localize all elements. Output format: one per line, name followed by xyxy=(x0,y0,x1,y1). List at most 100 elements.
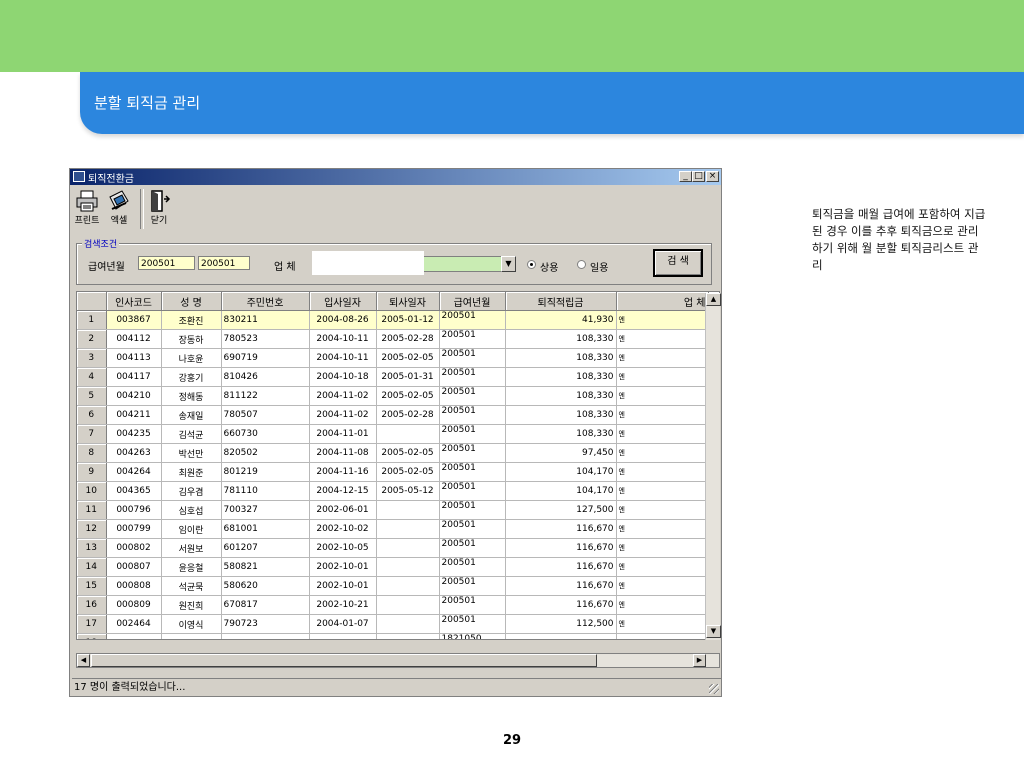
company-cell: 엔 xyxy=(616,310,709,330)
row-number: 6 xyxy=(77,405,107,425)
vertical-scrollbar[interactable]: ▲ ▼ xyxy=(705,293,721,640)
resize-grip-icon[interactable] xyxy=(709,684,719,694)
print-label: 프린트 xyxy=(74,216,100,226)
search-button[interactable]: 검 색 xyxy=(653,249,703,277)
close-window-button[interactable]: × xyxy=(706,171,719,182)
horizontal-scroll-thumb[interactable] xyxy=(91,654,597,667)
company-cell: 엔 xyxy=(616,424,709,444)
employee-code: 000808 xyxy=(106,576,162,596)
minimize-button[interactable]: _ xyxy=(679,171,692,182)
table-row[interactable]: 8 004263 박선만 820502 2004-11-08 2005-02-05 2005… xyxy=(77,443,709,463)
retirement-amount: 116,670 xyxy=(505,595,617,615)
table-row[interactable]: 3 004113 나호윤 690719 2004-10-11 2005-02-05 2005… xyxy=(77,348,709,368)
table-row[interactable]: 11 000796 심호섭 700327 2002-06-01 200501 127,500… xyxy=(77,500,709,520)
hire-date: 2004-10-11 xyxy=(309,348,377,368)
pay-month: 200501 xyxy=(439,614,506,634)
table-row[interactable]: 13 000802 서원보 601207 2002-10-05 200501 116,670… xyxy=(77,538,709,558)
column-header[interactable] xyxy=(77,292,107,311)
employee-code: 004210 xyxy=(106,386,162,406)
column-header[interactable]: 성 명 xyxy=(161,292,222,311)
door-exit-icon xyxy=(151,190,171,212)
close-button[interactable]: 닫기 xyxy=(144,189,174,226)
window-titlebar[interactable]: 퇴직전환금 _ □ × xyxy=(70,169,721,185)
scroll-left-icon[interactable]: ◀ xyxy=(77,654,90,667)
company-combo-field[interactable] xyxy=(312,251,424,275)
column-header[interactable]: 퇴사일자 xyxy=(376,292,440,311)
column-header[interactable]: 업 체 xyxy=(616,292,709,311)
column-header[interactable]: 퇴직적립금 xyxy=(505,292,617,311)
retirement-amount: 108,330 xyxy=(505,405,617,425)
column-header[interactable]: 주민번호 xyxy=(221,292,310,311)
pay-month: 200501 xyxy=(439,519,506,539)
total-pay-sum: 1821050 xyxy=(439,633,506,639)
employee-name: 나호윤 xyxy=(161,348,222,368)
results-grid[interactable]: 인사코드 성 명 주민번호 입사일자 퇴사일자 급여년월 퇴직적립금 업 체 1… xyxy=(76,291,720,640)
column-header[interactable]: 급여년월 xyxy=(439,292,506,311)
scroll-down-icon[interactable]: ▼ xyxy=(706,625,721,638)
table-row[interactable]: 14 000807 윤응철 580821 2002-10-01 200501 116,670… xyxy=(77,557,709,577)
dropdown-arrow-icon[interactable]: ▼ xyxy=(501,256,516,272)
pay-month: 200501 xyxy=(439,405,506,425)
employee-name: 서원보 xyxy=(161,538,222,558)
company-combo-dropdown[interactable] xyxy=(424,256,502,272)
column-header[interactable]: 입사일자 xyxy=(309,292,377,311)
company-cell: 엔 xyxy=(616,519,709,539)
maximize-button[interactable]: □ xyxy=(692,171,705,182)
company-cell: 엔 xyxy=(616,348,709,368)
radio-daily-label: 일용 xyxy=(590,263,609,274)
hire-date: 2004-11-02 xyxy=(309,405,377,425)
radio-regular[interactable] xyxy=(527,260,536,269)
table-row[interactable]: 16 000809 원진희 670817 2002-10-21 200501 116,670… xyxy=(77,595,709,615)
pay-month: 200501 xyxy=(439,348,506,368)
horizontal-scrollbar[interactable]: ◀ ▶ xyxy=(76,653,720,668)
company-cell: 엔 xyxy=(616,595,709,615)
employee-code: 000796 xyxy=(106,500,162,520)
table-row[interactable]: 2 004112 장동하 780523 2004-10-11 2005-02-28 2005… xyxy=(77,329,709,349)
total-blank xyxy=(505,633,617,639)
hire-date: 2004-11-16 xyxy=(309,462,377,482)
scroll-right-icon[interactable]: ▶ xyxy=(693,654,706,667)
period-from-input[interactable]: 200501 xyxy=(138,256,195,270)
radio-regular-label: 상용 xyxy=(540,263,559,274)
title-band xyxy=(80,72,1024,134)
retirement-amount: 41,930 xyxy=(505,310,617,330)
row-number: 7 xyxy=(77,424,107,444)
resident-number: 580821 xyxy=(221,557,310,577)
resign-date: 2005-02-05 xyxy=(376,462,440,482)
radio-daily[interactable] xyxy=(577,260,586,269)
table-row[interactable]: 4 004117 강홍기 810426 2004-10-18 2005-01-31 2005… xyxy=(77,367,709,387)
period-to-input[interactable]: 200501 xyxy=(198,256,250,270)
total-label: 합 계 xyxy=(106,633,162,639)
row-number: 5 xyxy=(77,386,107,406)
table-row[interactable]: 15 000808 석균묵 580620 2002-10-01 200501 116,670… xyxy=(77,576,709,596)
hire-date: 2004-11-08 xyxy=(309,443,377,463)
table-row[interactable]: 10 004365 김우겸 781110 2004-12-15 2005-05-12 200… xyxy=(77,481,709,501)
resident-number: 781110 xyxy=(221,481,310,501)
table-row[interactable]: 5 004210 정해동 811122 2004-11-02 2005-02-05 2005… xyxy=(77,386,709,406)
resign-date xyxy=(376,595,440,615)
row-number: 4 xyxy=(77,367,107,387)
excel-button[interactable]: 엑셀 xyxy=(104,189,134,226)
table-row[interactable]: 12 000799 임이란 681001 2002-10-02 200501 116,670… xyxy=(77,519,709,539)
company-cell: 엔 xyxy=(616,500,709,520)
table-row[interactable]: 6 004211 송재일 780507 2004-11-02 2005-02-28 2005… xyxy=(77,405,709,425)
resident-number: 830211 xyxy=(221,310,310,330)
excel-label: 엑셀 xyxy=(110,216,128,226)
table-row[interactable]: 7 004235 김석균 660730 2004-11-01 200501 108,330 엔 xyxy=(77,424,709,444)
row-number: 14 xyxy=(77,557,107,577)
employee-code: 002464 xyxy=(106,614,162,634)
table-row[interactable]: 9 004264 최원준 801219 2004-11-16 2005-02-05 2005… xyxy=(77,462,709,482)
pay-month: 200501 xyxy=(439,462,506,482)
retirement-amount: 108,330 xyxy=(505,424,617,444)
scroll-up-icon[interactable]: ▲ xyxy=(706,293,721,306)
row-number: 17 xyxy=(77,614,107,634)
hire-date: 2002-10-02 xyxy=(309,519,377,539)
column-header[interactable]: 인사코드 xyxy=(106,292,162,311)
pay-month: 200501 xyxy=(439,443,506,463)
table-row[interactable]: 17 002464 이영식 790723 2004-01-07 200501 112,500… xyxy=(77,614,709,634)
print-button[interactable]: 프린트 xyxy=(72,189,102,226)
hire-date: 2004-11-01 xyxy=(309,424,377,444)
table-row[interactable]: 1 003867 조환진 830211 2004-08-26 2005-01-12 2005… xyxy=(77,310,709,330)
total-row[interactable]: 18합 계 1821050 xyxy=(77,633,709,639)
resident-number: 690719 xyxy=(221,348,310,368)
